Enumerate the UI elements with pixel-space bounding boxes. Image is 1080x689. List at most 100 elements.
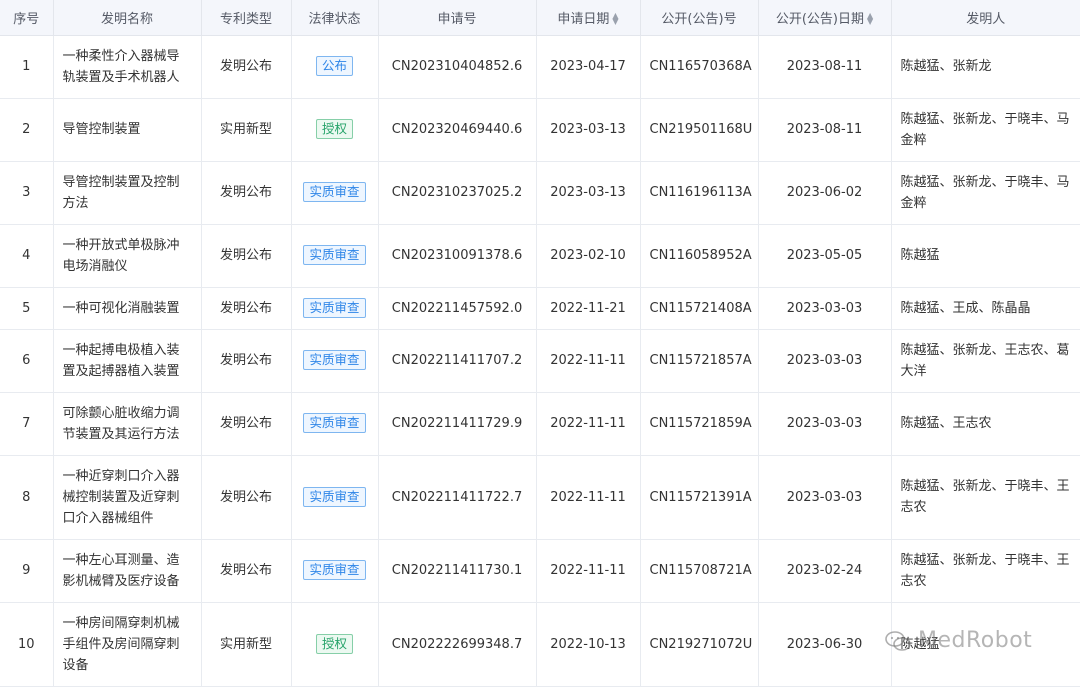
cell-legal: 授权 (291, 98, 379, 162)
cell-app-no: CN202211411707.2 (378, 329, 537, 393)
cell-legal: 实质审查 (291, 455, 379, 540)
cell-name: 一种可视化消融装置 (53, 287, 202, 330)
table-body: 1 一种柔性介入器械导轨装置及手术机器人 发明公布 公布 CN202310404852.… (0, 35, 1080, 687)
cell-type: 发明公布 (201, 392, 292, 456)
cell-inventors: 陈越猛 (891, 224, 1080, 288)
cell-legal: 授权 (291, 602, 379, 687)
cell-name: 一种近穿刺口介入器械控制装置及近穿刺口介入器械组件 (53, 455, 202, 540)
cell-type: 发明公布 (201, 161, 292, 225)
cell-index: 3 (0, 161, 54, 225)
col-name-label: 发明名称 (100, 11, 153, 27)
cell-pub-date: 2023-03-03 (758, 329, 892, 393)
table-row[interactable]: 7 可除颤心脏收缩力调节装置及其运行方法 发明公布 实质审查 CN20221141172… (0, 392, 1080, 456)
cell-name: 可除颤心脏收缩力调节装置及其运行方法 (53, 392, 202, 456)
cell-type: 发明公布 (201, 287, 292, 330)
cell-pub-no: CN116058952A (640, 224, 759, 288)
patent-table: 序号 发明名称 专利类型 法律状态 申请号 申请日期 ▲ ▼ 公开(公告)号 公开(… (0, 0, 1080, 687)
cell-name: 一种柔性介入器械导轨装置及手术机器人 (53, 35, 202, 99)
cell-legal: 实质审查 (291, 329, 379, 393)
col-type: 专利类型 (201, 0, 292, 36)
table-row[interactable]: 3 导管控制装置及控制方法 发明公布 实质审查 CN202310237025.2 2023… (0, 161, 1080, 225)
cell-name: 一种房间隔穿刺机械手组件及房间隔穿刺设备 (53, 602, 202, 687)
cell-pub-no: CN115721857A (640, 329, 759, 393)
cell-name: 一种开放式单极脉冲电场消融仪 (53, 224, 202, 288)
status-badge: 实质审查 (303, 486, 366, 507)
status-badge: 实质审查 (303, 350, 366, 370)
table-row[interactable]: 4 一种开放式单极脉冲电场消融仪 发明公布 实质审查 CN202310091378.6 2… (0, 224, 1080, 288)
cell-legal: 实质审查 (291, 539, 379, 603)
cell-app-date: 2023-03-13 (536, 161, 641, 225)
table-row[interactable]: 2 导管控制装置 实用新型 授权 CN202320469440.6 2023-03-13 C… (0, 98, 1080, 162)
cell-index: 6 (0, 329, 54, 393)
cell-inventors: 陈越猛、张新龙、于晓丰、王志农 (891, 539, 1080, 603)
cell-type: 实用新型 (201, 98, 292, 162)
wechat-icon (885, 630, 911, 651)
cell-inventors: 陈越猛、张新龙、于晓丰、马金粹 (891, 98, 1080, 162)
cell-app-date: 2022-11-11 (536, 455, 641, 540)
cell-pub-date: 2023-05-05 (758, 224, 892, 288)
cell-app-no: CN202310237025.2 (378, 161, 537, 225)
status-badge: 授权 (315, 119, 353, 139)
status-badge: 实质审查 (303, 297, 366, 318)
cell-pub-no: CN116570368A (640, 35, 759, 99)
watermark: MedRobot (884, 628, 1032, 653)
cell-index: 9 (0, 539, 54, 603)
cell-legal: 实质审查 (291, 392, 379, 456)
status-badge: 公布 (315, 56, 353, 76)
col-app-date-label: 申请日期 (557, 11, 610, 27)
cell-type: 发明公布 (201, 455, 292, 540)
cell-app-no: CN202320469440.6 (378, 98, 537, 162)
col-pub-date[interactable]: 公开(公告)日期 ▲ ▼ (758, 0, 892, 36)
table-row[interactable]: 9 一种左心耳测量、造影机械臂及医疗设备 发明公布 实质审查 CN20221141173… (0, 539, 1080, 603)
cell-app-no: CN202211411730.1 (378, 539, 537, 603)
cell-pub-date: 2023-03-03 (758, 287, 892, 330)
cell-legal: 实质审查 (291, 287, 379, 330)
status-badge: 实质审查 (303, 560, 366, 580)
col-index: 序号 (0, 0, 54, 36)
cell-pub-date: 2023-02-24 (758, 539, 892, 603)
cell-index: 2 (0, 98, 54, 162)
sort-icon[interactable]: ▲ ▼ (867, 12, 873, 26)
cell-app-no: CN202211411722.7 (378, 455, 537, 540)
cell-index: 10 (0, 602, 54, 687)
cell-app-date: 2022-11-21 (536, 287, 641, 330)
cell-app-no: CN202310091378.6 (378, 224, 537, 288)
cell-name: 导管控制装置及控制方法 (53, 161, 202, 225)
col-app-date[interactable]: 申请日期 ▲ ▼ (536, 0, 641, 36)
cell-app-date: 2022-11-11 (536, 329, 641, 393)
status-badge: 授权 (315, 633, 353, 654)
cell-legal: 公布 (291, 35, 379, 99)
cell-inventors: 陈越猛、张新龙、于晓丰、马金粹 (891, 161, 1080, 225)
cell-pub-date: 2023-03-03 (758, 392, 892, 456)
cell-index: 4 (0, 224, 54, 288)
cell-app-date: 2022-11-11 (536, 539, 641, 603)
cell-pub-no: CN219271072U (640, 602, 759, 687)
cell-name: 导管控制装置 (53, 98, 202, 162)
cell-app-date: 2023-03-13 (536, 98, 641, 162)
cell-app-no: CN202310404852.6 (378, 35, 537, 99)
cell-type: 实用新型 (201, 602, 292, 687)
table-row[interactable]: 1 一种柔性介入器械导轨装置及手术机器人 发明公布 公布 CN202310404852.… (0, 35, 1080, 99)
status-badge: 实质审查 (303, 182, 366, 202)
cell-pub-no: CN115721859A (640, 392, 759, 456)
cell-inventors: 陈越猛、张新龙、于晓丰、王志农 (891, 455, 1080, 540)
cell-app-date: 2023-02-10 (536, 224, 641, 288)
cell-pub-no: CN116196113A (640, 161, 759, 225)
table-row[interactable]: 6 一种起搏电极植入装置及起搏器植入装置 发明公布 实质审查 CN20221141170… (0, 329, 1080, 393)
table-row[interactable]: 5 一种可视化消融装置 发明公布 实质审查 CN202211457592.0 2022-1… (0, 287, 1080, 330)
cell-inventors: 陈越猛、张新龙 (891, 35, 1080, 99)
cell-app-date: 2023-04-17 (536, 35, 641, 99)
cell-app-date: 2022-10-13 (536, 602, 641, 687)
cell-pub-no: CN115708721A (640, 539, 759, 603)
cell-pub-no: CN115721391A (640, 455, 759, 540)
cell-inventors: 陈越猛、王志农 (891, 392, 1080, 456)
watermark-text: MedRobot (918, 628, 1033, 653)
cell-index: 8 (0, 455, 54, 540)
cell-type: 发明公布 (201, 329, 292, 393)
col-pub-date-label: 公开(公告)日期 (775, 11, 864, 27)
cell-inventors: 陈越猛、张新龙、王志农、葛大洋 (891, 329, 1080, 393)
table-row[interactable]: 8 一种近穿刺口介入器械控制装置及近穿刺口介入器械组件 发明公布 实质审查 CN2022… (0, 455, 1080, 540)
cell-app-no: CN202211457592.0 (378, 287, 537, 330)
sort-icon[interactable]: ▲ ▼ (612, 12, 618, 26)
cell-pub-no: CN219501168U (640, 98, 759, 162)
